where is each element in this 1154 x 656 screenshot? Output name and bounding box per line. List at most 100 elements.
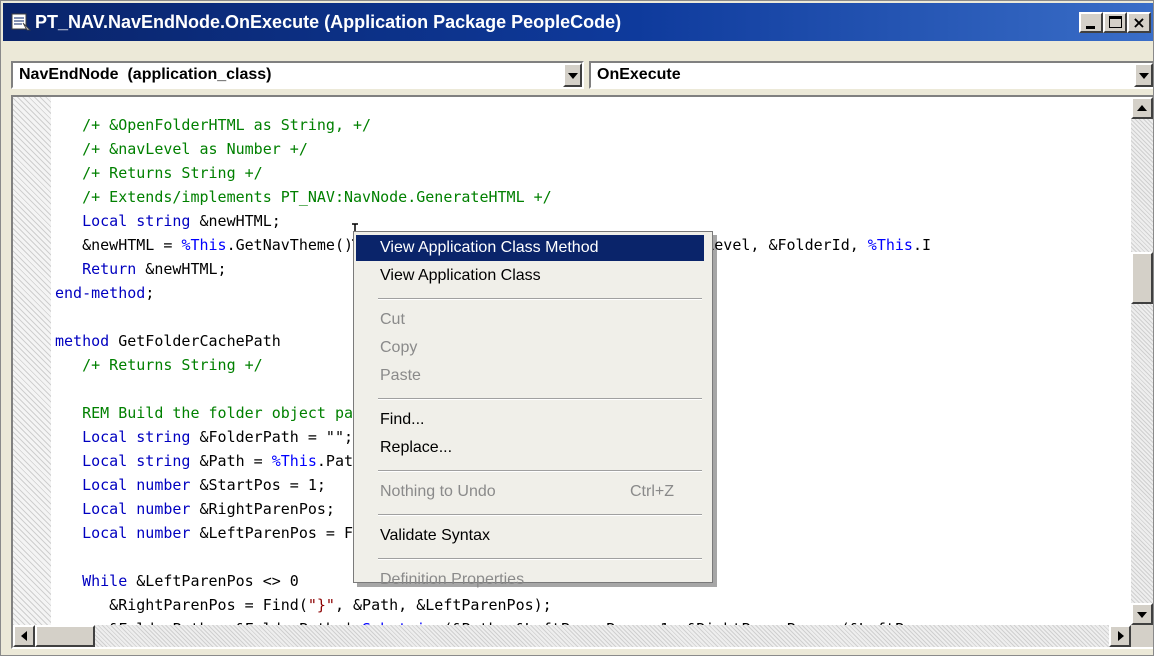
- code-token: Local: [82, 500, 128, 518]
- code-token: &newHTML;: [190, 212, 281, 230]
- menu-item-label: Copy: [380, 339, 418, 356]
- code-token: &newHTML;: [136, 260, 227, 278]
- event-combo[interactable]: OnExecute: [589, 61, 1153, 89]
- maximize-button[interactable]: [1103, 12, 1127, 33]
- object-combo-dropdown-button[interactable]: [563, 63, 582, 87]
- menu-item-label: Cut: [380, 311, 405, 328]
- menu-item-replace[interactable]: Replace...: [356, 435, 704, 461]
- window-title: PT_NAV.NavEndNode.OnExecute (Application…: [35, 12, 622, 32]
- code-line: &RightParenPos = Find("}", &Path, &LeftP…: [55, 593, 1133, 617]
- code-token: %This: [271, 452, 317, 470]
- code-token: Local: [82, 476, 128, 494]
- menu-item-validate-syntax[interactable]: Validate Syntax: [356, 523, 704, 549]
- code-token: While: [82, 572, 128, 590]
- scroll-up-button[interactable]: [1131, 97, 1153, 119]
- menu-item-label: View Application Class: [380, 267, 541, 284]
- object-combo-value: NavEndNode (application_class): [19, 66, 272, 83]
- menu-item-label: Nothing to Undo: [380, 483, 496, 500]
- menu-separator: [378, 298, 702, 300]
- vertical-scroll-thumb[interactable]: [1131, 252, 1153, 304]
- code-token: /+ Returns String +/: [82, 164, 263, 182]
- code-line: Local string &newHTML;: [55, 209, 1133, 233]
- code-token: string: [136, 212, 191, 230]
- menu-item-definition-properties: Definition Properties: [356, 567, 704, 593]
- code-token: &StartPos = 1;: [190, 476, 326, 494]
- code-token: , &Path, &LeftParenPos);: [334, 596, 552, 614]
- code-token: ;: [145, 284, 155, 302]
- scroll-left-button[interactable]: [13, 625, 35, 647]
- menu-item-cut: Cut: [356, 307, 704, 333]
- code-token: &RightParenPos;: [190, 500, 335, 518]
- title-bar[interactable]: PT_NAV.NavEndNode.OnExecute (Application…: [3, 3, 1153, 41]
- code-token: "}": [307, 596, 335, 614]
- code-token: Local: [82, 452, 128, 470]
- scroll-down-button[interactable]: [1131, 603, 1153, 625]
- code-token: /+ &OpenFolderHTML as String, +/: [82, 116, 372, 134]
- code-token: end-method: [55, 284, 146, 302]
- menu-item-view-application-class-method[interactable]: View Application Class Method: [356, 235, 704, 261]
- code-token: number: [136, 524, 191, 542]
- code-token: .I: [912, 236, 932, 254]
- code-token: string: [136, 428, 191, 446]
- scrollbar-corner: [1131, 625, 1153, 647]
- menu-item-view-application-class[interactable]: View Application Class: [356, 263, 704, 289]
- horizontal-scroll-thumb[interactable]: [35, 625, 95, 647]
- code-line: /+ Extends/implements PT_NAV:NavNode.Gen…: [55, 185, 1133, 209]
- event-combo-value: OnExecute: [597, 66, 681, 83]
- code-token: Local: [82, 524, 128, 542]
- chevron-down-icon: [1139, 73, 1149, 79]
- menu-item-label: View Application Class Method: [380, 239, 599, 256]
- close-icon: ×: [1132, 13, 1146, 32]
- code-token: /+ Extends/implements PT_NAV:NavNode.Gen…: [82, 188, 552, 206]
- object-combo[interactable]: NavEndNode (application_class): [11, 61, 584, 89]
- menu-item-paste: Paste: [356, 363, 704, 389]
- code-token: GetFolderCachePath: [109, 332, 281, 350]
- vertical-scrollbar[interactable]: [1131, 97, 1153, 625]
- code-line: /+ &OpenFolderHTML as String, +/: [55, 113, 1133, 137]
- document-icon: [11, 13, 31, 31]
- code-line: &FolderPath = &FolderPath | Substring(&P…: [55, 617, 1133, 625]
- menu-separator: [378, 558, 702, 560]
- arrow-down-icon: [1137, 612, 1147, 618]
- arrow-left-icon: [21, 631, 27, 641]
- code-token: &Path =: [190, 452, 272, 470]
- menu-item-shortcut: Ctrl+Z: [630, 483, 674, 500]
- editor-gutter: [13, 97, 51, 625]
- close-button[interactable]: ×: [1127, 12, 1151, 33]
- menu-item-find[interactable]: Find...: [356, 407, 704, 433]
- menu-item-label: Validate Syntax: [380, 527, 490, 544]
- code-token: Local: [82, 428, 128, 446]
- minimize-button[interactable]: [1079, 12, 1103, 33]
- code-token: &LeftParenPos <> 0: [127, 572, 299, 590]
- horizontal-scrollbar[interactable]: [13, 625, 1131, 647]
- code-token: number: [136, 476, 191, 494]
- code-token: &RightParenPos = Find(: [55, 596, 308, 614]
- scroll-right-button[interactable]: [1109, 625, 1131, 647]
- menu-item-copy: Copy: [356, 335, 704, 361]
- event-combo-dropdown-button[interactable]: [1134, 63, 1153, 87]
- code-token: &newHTML =: [55, 236, 182, 254]
- menu-item-nothing-to-undo: Nothing to Undo Ctrl+Z: [356, 479, 704, 505]
- code-token: Return: [82, 260, 137, 278]
- menu-item-label: Replace...: [380, 439, 453, 456]
- code-token: %This: [867, 236, 913, 254]
- menu-item-label: Find...: [380, 411, 425, 428]
- arrow-right-icon: [1118, 631, 1124, 641]
